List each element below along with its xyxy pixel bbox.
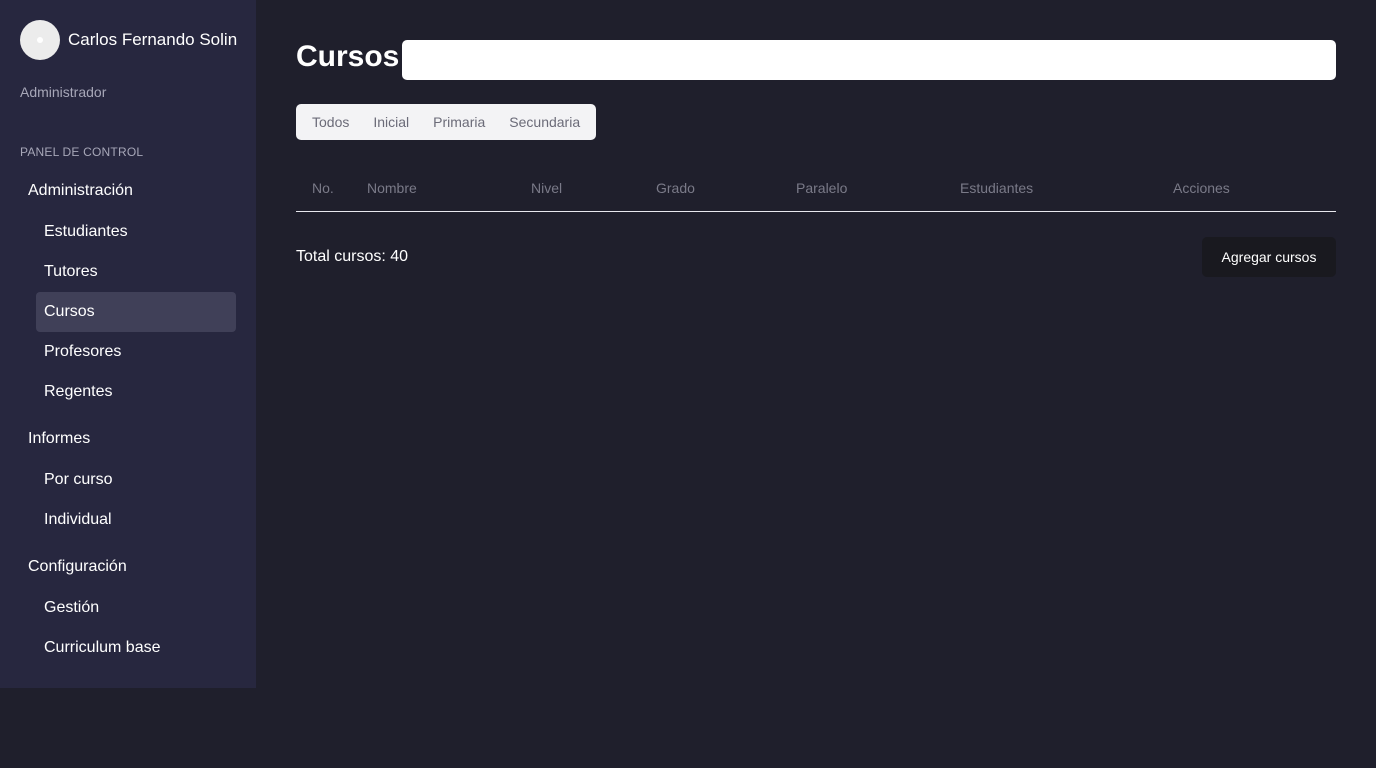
level-filter-tabs: Todos Inicial Primaria Secundaria (296, 104, 597, 140)
user-profile[interactable]: Carlos Fernando Solin (20, 20, 237, 60)
tab-todos[interactable]: Todos (300, 104, 361, 140)
tab-secundaria[interactable]: Secundaria (497, 104, 592, 140)
sidebar-item-por-curso[interactable]: Por curso (36, 460, 236, 500)
group-label-informes: Informes (28, 430, 91, 447)
column-header-grado: Grado (656, 180, 695, 196)
user-name: Carlos Fernando Solin (68, 30, 238, 49)
column-header-nombre: Nombre (367, 180, 417, 196)
column-header-no: No. (312, 180, 334, 196)
search-input[interactable] (402, 40, 1336, 80)
total-courses: Total cursos: 40 (296, 248, 409, 265)
sidebar-item-tutores[interactable]: Tutores (36, 252, 236, 292)
column-header-acciones: Acciones (1173, 180, 1230, 196)
sidebar: Carlos Fernando Solin Administrador PANE… (0, 0, 256, 688)
sidebar-item-estudiantes[interactable]: Estudiantes (36, 212, 236, 252)
column-header-nivel: Nivel (531, 180, 563, 196)
user-role: Administrador (20, 84, 107, 100)
group-label-configuracion: Configuración (28, 558, 127, 575)
sidebar-item-profesores[interactable]: Profesores (36, 332, 236, 372)
sidebar-item-gestion[interactable]: Gestión (36, 588, 236, 628)
sidebar-item-regentes[interactable]: Regentes (36, 372, 236, 412)
group-label-administracion: Administración (28, 182, 133, 199)
tab-primaria[interactable]: Primaria (421, 104, 497, 140)
page-title: Cursos (296, 40, 400, 73)
section-title: PANEL DE CONTROL (20, 145, 144, 159)
sidebar-item-individual[interactable]: Individual (36, 500, 236, 540)
courses-table-header: No. Nombre Nivel Grado Paralelo Estudian… (296, 168, 1336, 212)
avatar-icon (37, 37, 43, 43)
column-header-estudiantes: Estudiantes (960, 180, 1034, 196)
column-header-paralelo: Paralelo (796, 180, 848, 196)
tab-inicial[interactable]: Inicial (361, 104, 421, 140)
avatar (20, 20, 60, 60)
sidebar-item-curriculum-base[interactable]: Curriculum base (36, 628, 236, 668)
sidebar-item-cursos[interactable]: Cursos (36, 292, 236, 332)
add-courses-button[interactable]: Agregar cursos (1202, 237, 1336, 277)
